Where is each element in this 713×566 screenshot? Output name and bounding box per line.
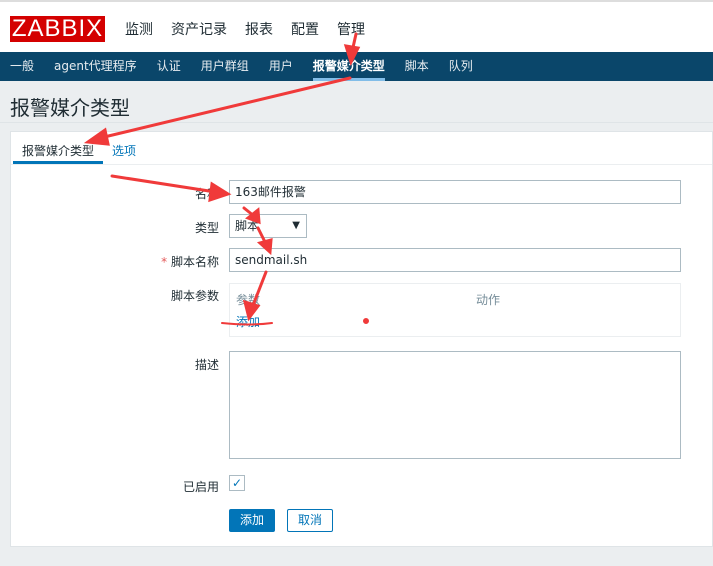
enabled-label: 已启用 [182,480,219,494]
params-header-action: 动作 [476,293,501,307]
form-panel: 报警媒介类型 选项 名称 163邮件报警 类型 脚本 ▼ * 脚本名称 sendm… [10,131,713,547]
description-label: 描述 [194,358,219,372]
type-label: 类型 [194,221,219,235]
nav-configuration[interactable]: 配置 [291,19,319,39]
zabbix-logo[interactable]: ZABBIX [10,16,105,42]
subnav-queue[interactable]: 队列 [449,52,473,81]
nav-administration[interactable]: 管理 [337,19,365,39]
subnav-media-types[interactable]: 报警媒介类型 [312,52,385,81]
script-name-label: * 脚本名称 [11,253,219,270]
params-add-link[interactable]: 添加 [236,313,260,330]
script-name-input[interactable]: sendmail.sh [229,248,681,272]
main-nav: 监测 资产记录 报表 配置 管理 [125,19,365,39]
subnav-user-groups[interactable]: 用户群组 [201,52,249,81]
subnav-users[interactable]: 用户 [269,52,293,81]
required-mark: * [161,255,168,269]
script-params-label: 脚本参数 [170,289,219,303]
tabs: 报警媒介类型 选项 [11,132,712,165]
tab-options[interactable]: 选项 [103,132,145,164]
enabled-checkbox[interactable]: ✓ [229,475,245,491]
description-textarea[interactable] [229,351,681,459]
add-button[interactable]: 添加 [229,509,276,532]
script-params-table: 参数 动作 添加 [229,283,681,337]
script-name-label-text: 脚本名称 [170,255,219,269]
sub-nav: 一般 agent代理程序 认证 用户群组 用户 报警媒介类型 脚本 队列 [0,52,713,81]
type-value: 脚本 [235,219,260,233]
subnav-scripts[interactable]: 脚本 [405,52,429,81]
subnav-general[interactable]: 一般 [10,52,34,81]
subnav-authentication[interactable]: 认证 [157,52,181,81]
dropdown-arrow-icon: ▼ [292,220,300,231]
subnav-proxies[interactable]: agent代理程序 [54,52,137,81]
type-select[interactable]: 脚本 ▼ [229,214,307,238]
name-input[interactable]: 163邮件报警 [229,180,681,204]
nav-monitoring[interactable]: 监测 [125,19,153,39]
page-title: 报警媒介类型 [0,81,713,123]
cancel-button[interactable]: 取消 [287,509,334,532]
nav-reports[interactable]: 报表 [245,19,273,39]
header: ZABBIX 监测 资产记录 报表 配置 管理 [0,0,713,52]
params-header-param: 参数 [236,293,261,307]
nav-inventory[interactable]: 资产记录 [171,19,227,39]
name-label: 名称 [194,187,219,201]
tab-media-type[interactable]: 报警媒介类型 [13,132,104,164]
